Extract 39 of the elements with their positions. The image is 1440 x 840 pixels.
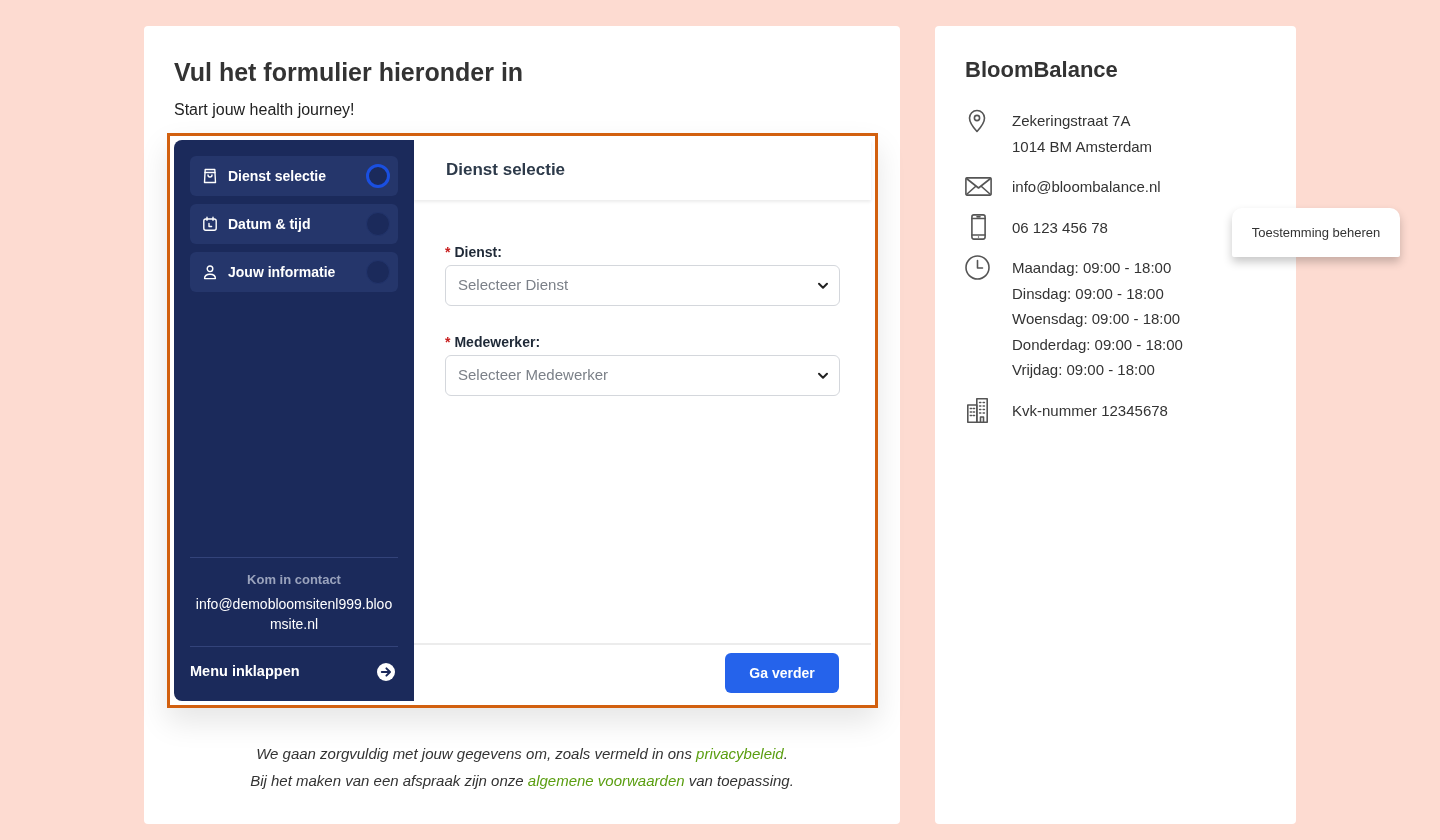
business-name: BloomBalance: [965, 56, 1119, 84]
opening-hours: Maandag: 09:00 - 18:00: [1012, 258, 1173, 278]
collapse-menu-button[interactable]: Menu inklappen: [190, 647, 398, 697]
location-pin-icon: [966, 108, 988, 133]
form-subtitle: Start jouw health journey!: [174, 100, 356, 120]
select-field[interactable]: Selecteer Medewerker: [445, 355, 840, 396]
opening-hours: Vrijdag: 09:00 - 18:00: [1012, 360, 1156, 380]
phone-number: 06 123 456 78: [1012, 217, 1108, 238]
select-field[interactable]: Selecteer Dienst: [445, 265, 840, 306]
bag-icon: [202, 168, 218, 184]
smartphone-icon: [971, 214, 986, 241]
kvk-number: Kvk-nummer 12345678: [1012, 400, 1168, 421]
chevron-down-icon: [817, 371, 829, 380]
step-item[interactable]: Dienst selectie: [190, 156, 398, 196]
opening-hours: Donderdag: 09:00 - 18:00: [1012, 334, 1183, 355]
consent-button[interactable]: Toestemming beheren: [1232, 208, 1400, 257]
clock-icon: [965, 255, 990, 281]
step-item[interactable]: Jouw informatie: [190, 252, 398, 292]
field-label: * Dienst:: [445, 243, 503, 262]
field-label: * Medewerker:: [445, 333, 542, 352]
privacy-notice: We gaan zorgvuldig met jouw gegevens om, zoals vermeld in ons privacybeleid.: [256, 744, 788, 764]
opening-hours: Woensdag: 09:00 - 18:00: [1012, 309, 1182, 329]
form-title: Vul het formulier hieronder in: [174, 57, 525, 88]
building-icon: [967, 397, 988, 423]
step-item[interactable]: Datum & tijd: [190, 204, 398, 244]
next-button[interactable]: Ga verder: [725, 653, 839, 693]
envelope-icon: [965, 177, 992, 197]
calendar-icon: [202, 216, 218, 232]
arrow-circle-icon: [377, 663, 395, 681]
panel-title: Dienst selectie: [446, 159, 566, 182]
terms-notice: Bij het maken van een afspraak zijn onze algemene voorwaarden van toepassing.: [250, 771, 794, 791]
opening-hours: Dinsdag: 09:00 - 18:00: [1012, 283, 1165, 304]
user-icon: [202, 264, 218, 280]
contact-email: info@demobloomsitenl999.bloomsite.nl: [194, 595, 394, 634]
email-address: info@bloombalance.nl: [1012, 177, 1161, 197]
contact-heading: Kom in contact: [247, 571, 341, 589]
address-line: Zekeringstraat 7A: [1012, 111, 1132, 131]
chevron-down-icon: [817, 281, 829, 290]
address-line: 1014 BM Amsterdam: [1012, 136, 1153, 157]
